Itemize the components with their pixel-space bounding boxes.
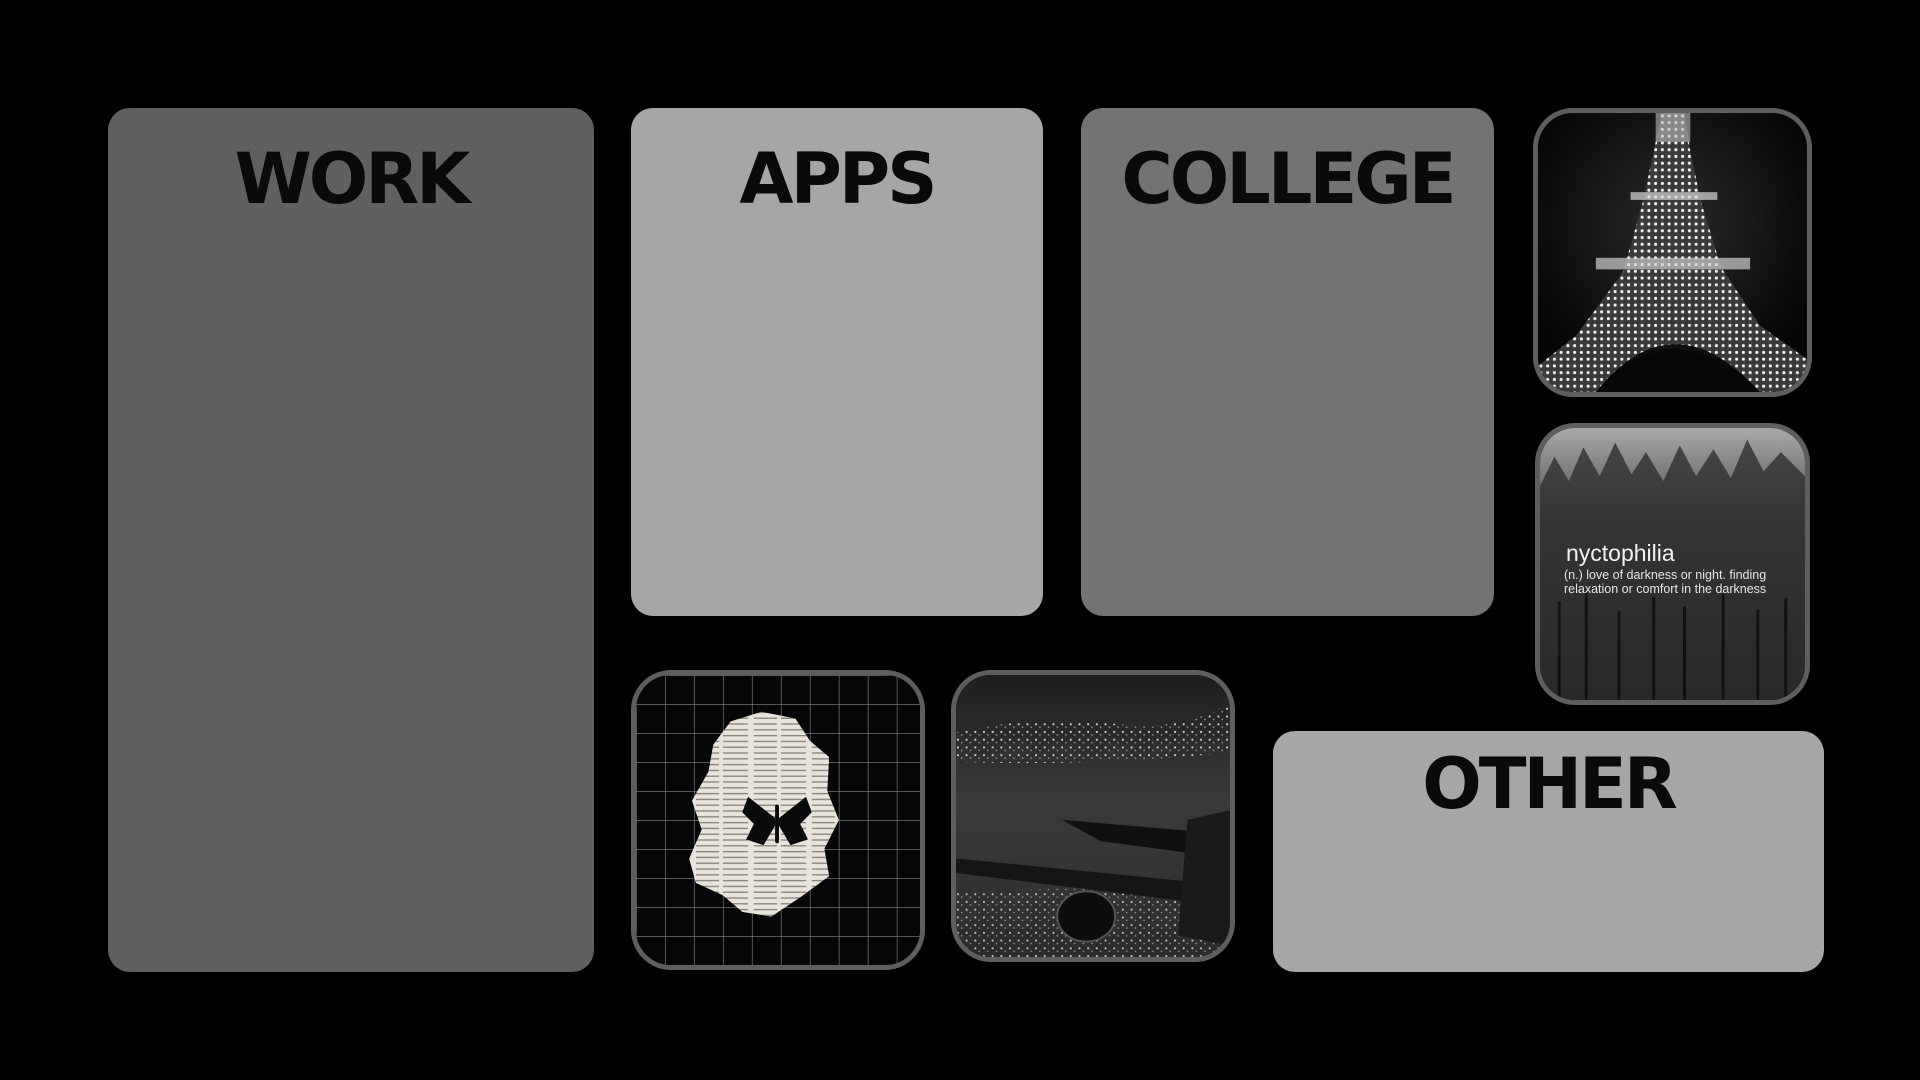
foggy-forest-photo: nyctophilia (n.) love of darkness or nig… [1535, 423, 1810, 705]
work-folder-title: WORK [234, 138, 471, 220]
airplane-night-photo [951, 670, 1235, 962]
other-folder-title: OTHER [1422, 743, 1678, 825]
eiffel-tower-photo [1533, 108, 1812, 397]
apps-folder-title: APPS [739, 138, 937, 220]
other-folder-panel[interactable]: OTHER [1273, 731, 1824, 972]
apps-folder-panel[interactable]: APPS [631, 108, 1043, 616]
definition-text: (n.) love of darkness or night. finding … [1564, 568, 1767, 596]
butterfly-collage-photo [631, 670, 925, 970]
college-folder-title: COLLEGE [1121, 138, 1456, 220]
definition-word: nyctophilia [1566, 540, 1675, 566]
work-folder-panel[interactable]: WORK [108, 108, 594, 972]
college-folder-panel[interactable]: COLLEGE [1081, 108, 1494, 616]
